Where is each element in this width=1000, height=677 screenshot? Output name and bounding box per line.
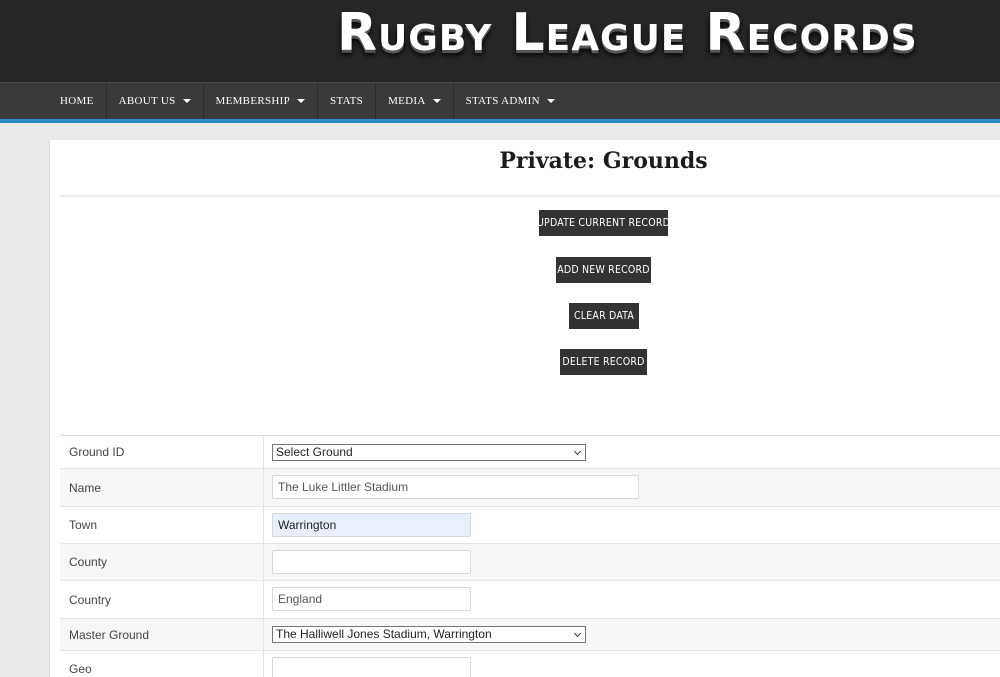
caret-down-icon <box>297 99 306 103</box>
nav-item-stats[interactable]: STATS <box>318 83 377 119</box>
site-header: Rugby League Records <box>0 0 1000 82</box>
ground-id-select[interactable]: Select Ground <box>272 444 586 461</box>
name-label: Name <box>60 469 264 506</box>
caret-down-icon <box>432 99 441 103</box>
county-label: County <box>60 544 264 580</box>
delete-record-button[interactable]: DELETE RECORD <box>560 349 647 375</box>
form-row-country: Country England <box>60 581 1000 619</box>
nav-item-stats-admin[interactable]: STATS ADMIN <box>454 83 567 119</box>
nav-item-label: HOME <box>60 95 94 107</box>
geo-field[interactable] <box>272 657 471 677</box>
form-row-geo: Geo <box>60 651 1000 677</box>
nav-item-home[interactable]: HOME <box>48 83 107 119</box>
master-ground-select[interactable]: The Halliwell Jones Stadium, Warrington <box>272 626 586 643</box>
nav-item-membership[interactable]: MEMBERSHIP <box>204 83 319 119</box>
site-title[interactable]: Rugby League Records <box>337 2 917 72</box>
form-row-ground-id: Ground ID Select Ground <box>60 436 1000 469</box>
nav-item-media[interactable]: MEDIA <box>376 83 454 119</box>
update-record-button[interactable]: UPDATE CURRENT RECORD <box>537 210 670 236</box>
nav-item-about-us[interactable]: ABOUT US <box>107 83 204 119</box>
content-panel: Private: Grounds UPDATE CURRENT RECORD A… <box>49 140 1000 677</box>
nav-accent-bar <box>0 119 1000 123</box>
caret-down-icon <box>182 99 191 103</box>
nav-item-label: MEMBERSHIP <box>215 95 291 107</box>
form-row-town: Town Warrington <box>60 507 1000 544</box>
ground-id-label: Ground ID <box>60 436 264 468</box>
page-title: Private: Grounds <box>499 148 708 174</box>
country-label: Country <box>60 581 264 618</box>
master-ground-label: Master Ground <box>60 619 264 650</box>
caret-down-icon <box>546 99 555 103</box>
name-field[interactable]: The Luke Littler Stadium <box>272 475 639 499</box>
master-ground-selected: The Halliwell Jones Stadium, Warrington <box>276 627 492 641</box>
ground-form: Ground ID Select Ground Name The Luke Li… <box>60 435 1000 677</box>
town-label: Town <box>60 507 264 543</box>
form-row-county: County <box>60 544 1000 581</box>
nav-list: HOME ABOUT US MEMBERSHIP STATS MEDIA STA… <box>48 83 567 119</box>
chevron-down-icon <box>573 629 582 638</box>
geo-label: Geo <box>60 651 264 677</box>
main-nav: HOME ABOUT US MEMBERSHIP STATS MEDIA STA… <box>0 82 1000 119</box>
form-row-name: Name The Luke Littler Stadium <box>60 469 1000 507</box>
chevron-down-icon <box>573 447 582 456</box>
add-record-button[interactable]: ADD NEW RECORD <box>556 257 651 283</box>
nav-item-label: STATS <box>330 95 364 107</box>
nav-item-label: MEDIA <box>388 95 426 107</box>
clear-data-button[interactable]: CLEAR DATA <box>569 303 639 329</box>
title-divider <box>60 195 1000 197</box>
nav-item-label: STATS ADMIN <box>465 95 540 107</box>
form-row-master-ground: Master Ground The Halliwell Jones Stadiu… <box>60 619 1000 651</box>
country-field[interactable]: England <box>272 587 471 611</box>
ground-id-selected: Select Ground <box>276 445 353 459</box>
town-field[interactable]: Warrington <box>272 513 471 537</box>
county-field[interactable] <box>272 550 471 574</box>
nav-item-label: ABOUT US <box>118 95 176 107</box>
